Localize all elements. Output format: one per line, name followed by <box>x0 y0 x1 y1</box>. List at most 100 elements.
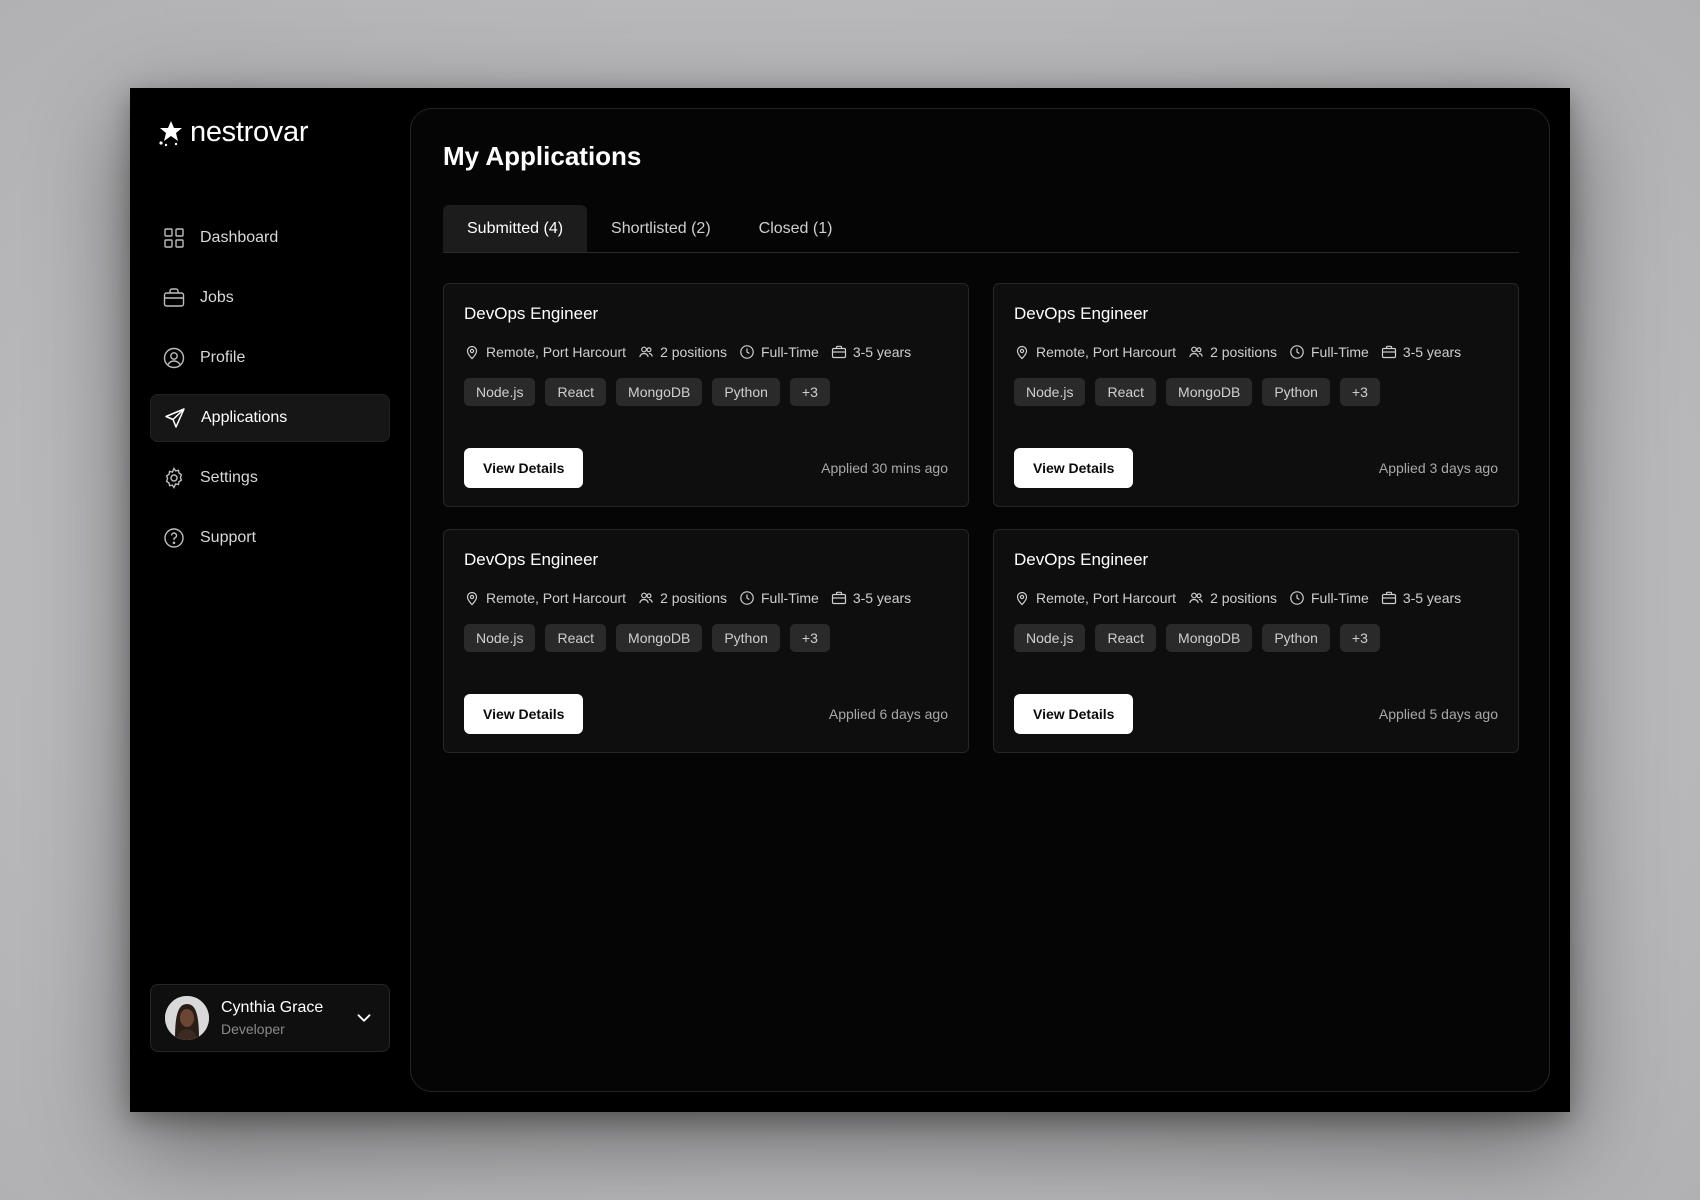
job-type-text: Full-Time <box>1311 590 1369 606</box>
sidebar-item-settings[interactable]: Settings <box>150 454 390 502</box>
grid-icon <box>164 228 184 248</box>
job-experience: 3-5 years <box>831 590 911 606</box>
more-skills-tag[interactable]: +3 <box>789 378 830 406</box>
skill-tag: React <box>1095 624 1157 652</box>
skill-tag: React <box>1095 378 1157 406</box>
chevron-down-icon[interactable] <box>353 1007 375 1029</box>
skill-tags: Node.js React MongoDB Python +3 <box>464 624 948 652</box>
skill-tag: Python <box>1262 378 1330 406</box>
sidebar-item-dashboard[interactable]: Dashboard <box>150 214 390 262</box>
sidebar-item-support[interactable]: Support <box>150 514 390 562</box>
job-experience-text: 3-5 years <box>1402 590 1462 606</box>
users-icon <box>639 592 653 604</box>
briefcase-icon <box>163 288 185 307</box>
skill-tag: MongoDB <box>1166 378 1253 406</box>
tab-shortlisted[interactable]: Shortlisted (2) <box>587 205 735 252</box>
skill-tag: Python <box>1262 624 1330 652</box>
more-skills-tag[interactable]: +3 <box>1339 624 1380 652</box>
job-positions: 2 positions <box>1188 590 1277 606</box>
brand-name: nestrovar <box>190 116 309 148</box>
clock-icon <box>740 345 754 359</box>
job-type-text: Full-Time <box>1311 344 1369 360</box>
skill-tags: Node.js React MongoDB Python +3 <box>1014 378 1498 406</box>
view-details-button[interactable]: View Details <box>1014 694 1134 734</box>
user-circle-icon <box>163 347 185 369</box>
gear-icon <box>165 467 183 489</box>
card-footer: View Details Applied 5 days ago <box>1014 694 1498 734</box>
users-icon <box>1189 346 1203 358</box>
job-type: Full-Time <box>1289 344 1369 360</box>
sidebar: nestrovar Dashboard Jobs Profile Applica… <box>130 88 410 1112</box>
sidebar-nav: Dashboard Jobs Profile Applications Sett… <box>150 214 390 574</box>
job-location: Remote, Port Harcourt <box>1014 590 1176 606</box>
skill-tag: MongoDB <box>616 378 703 406</box>
application-card: DevOps Engineer Remote, Port Harcourt 2 … <box>993 283 1519 507</box>
skill-tags: Node.js React MongoDB Python +3 <box>464 378 948 406</box>
job-type: Full-Time <box>1289 590 1369 606</box>
job-experience: 3-5 years <box>831 344 911 360</box>
tab-submitted[interactable]: Submitted (4) <box>443 205 588 252</box>
job-location: Remote, Port Harcourt <box>1014 344 1176 360</box>
users-icon <box>1189 592 1203 604</box>
sidebar-item-label: Settings <box>200 469 258 486</box>
sidebar-item-label: Jobs <box>200 289 234 306</box>
job-experience-text: 3-5 years <box>852 344 912 360</box>
job-positions-text: 2 positions <box>660 590 727 606</box>
job-meta: Remote, Port Harcourt 2 positions Full-T… <box>1014 590 1498 606</box>
sidebar-item-label: Support <box>200 529 257 546</box>
users-icon <box>639 346 653 358</box>
help-circle-icon <box>164 528 184 548</box>
job-location-text: Remote, Port Harcourt <box>1036 344 1177 360</box>
user-name: Cynthia Grace <box>221 999 324 1016</box>
map-pin-icon <box>1016 591 1028 606</box>
tab-closed[interactable]: Closed (1) <box>735 205 857 252</box>
map-pin-icon <box>1016 345 1028 360</box>
job-type-text: Full-Time <box>761 344 819 360</box>
more-skills-tag[interactable]: +3 <box>1339 378 1380 406</box>
job-positions: 2 positions <box>638 590 727 606</box>
job-location: Remote, Port Harcourt <box>464 344 626 360</box>
view-details-button[interactable]: View Details <box>464 694 584 734</box>
star-logo-icon <box>159 120 182 146</box>
page-title: My Applications <box>443 141 642 171</box>
map-pin-icon <box>466 345 478 360</box>
skill-tag: React <box>545 378 607 406</box>
briefcase-icon <box>831 591 846 605</box>
job-positions: 2 positions <box>638 344 727 360</box>
skill-tag: MongoDB <box>1166 624 1253 652</box>
skill-tag: React <box>545 624 607 652</box>
job-title: DevOps Engineer <box>464 304 599 323</box>
sidebar-item-jobs[interactable]: Jobs <box>150 274 390 322</box>
skill-tag: Node.js <box>464 624 536 652</box>
skill-tags: Node.js React MongoDB Python +3 <box>1014 624 1498 652</box>
job-location-text: Remote, Port Harcourt <box>1036 590 1177 606</box>
view-details-button[interactable]: View Details <box>1014 448 1134 488</box>
skill-tag: Python <box>712 624 780 652</box>
sidebar-item-applications[interactable]: Applications <box>150 394 390 442</box>
job-positions-text: 2 positions <box>1210 344 1277 360</box>
job-location-text: Remote, Port Harcourt <box>486 344 627 360</box>
job-title: DevOps Engineer <box>464 550 599 569</box>
applied-time: Applied 6 days ago <box>828 706 948 722</box>
job-experience-text: 3-5 years <box>852 590 912 606</box>
sidebar-item-profile[interactable]: Profile <box>150 334 390 382</box>
user-info: Cynthia Grace Developer <box>221 999 353 1037</box>
job-type: Full-Time <box>739 344 819 360</box>
card-footer: View Details Applied 30 mins ago <box>464 448 948 488</box>
clock-icon <box>1290 591 1304 605</box>
user-role: Developer <box>221 1021 285 1037</box>
job-type-text: Full-Time <box>761 590 819 606</box>
map-pin-icon <box>466 591 478 606</box>
view-details-button[interactable]: View Details <box>464 448 584 488</box>
card-footer: View Details Applied 3 days ago <box>1014 448 1498 488</box>
sidebar-item-label: Applications <box>201 409 288 426</box>
brand-logo[interactable]: nestrovar <box>156 116 308 149</box>
card-footer: View Details Applied 6 days ago <box>464 694 948 734</box>
user-menu[interactable]: Cynthia Grace Developer <box>150 984 390 1052</box>
tab-bar: Submitted (4) Shortlisted (2) Closed (1) <box>443 205 1519 253</box>
sidebar-item-label: Profile <box>200 349 246 366</box>
job-positions-text: 2 positions <box>1210 590 1277 606</box>
avatar-portrait <box>165 996 209 1040</box>
more-skills-tag[interactable]: +3 <box>789 624 830 652</box>
sidebar-item-label: Dashboard <box>200 229 279 246</box>
